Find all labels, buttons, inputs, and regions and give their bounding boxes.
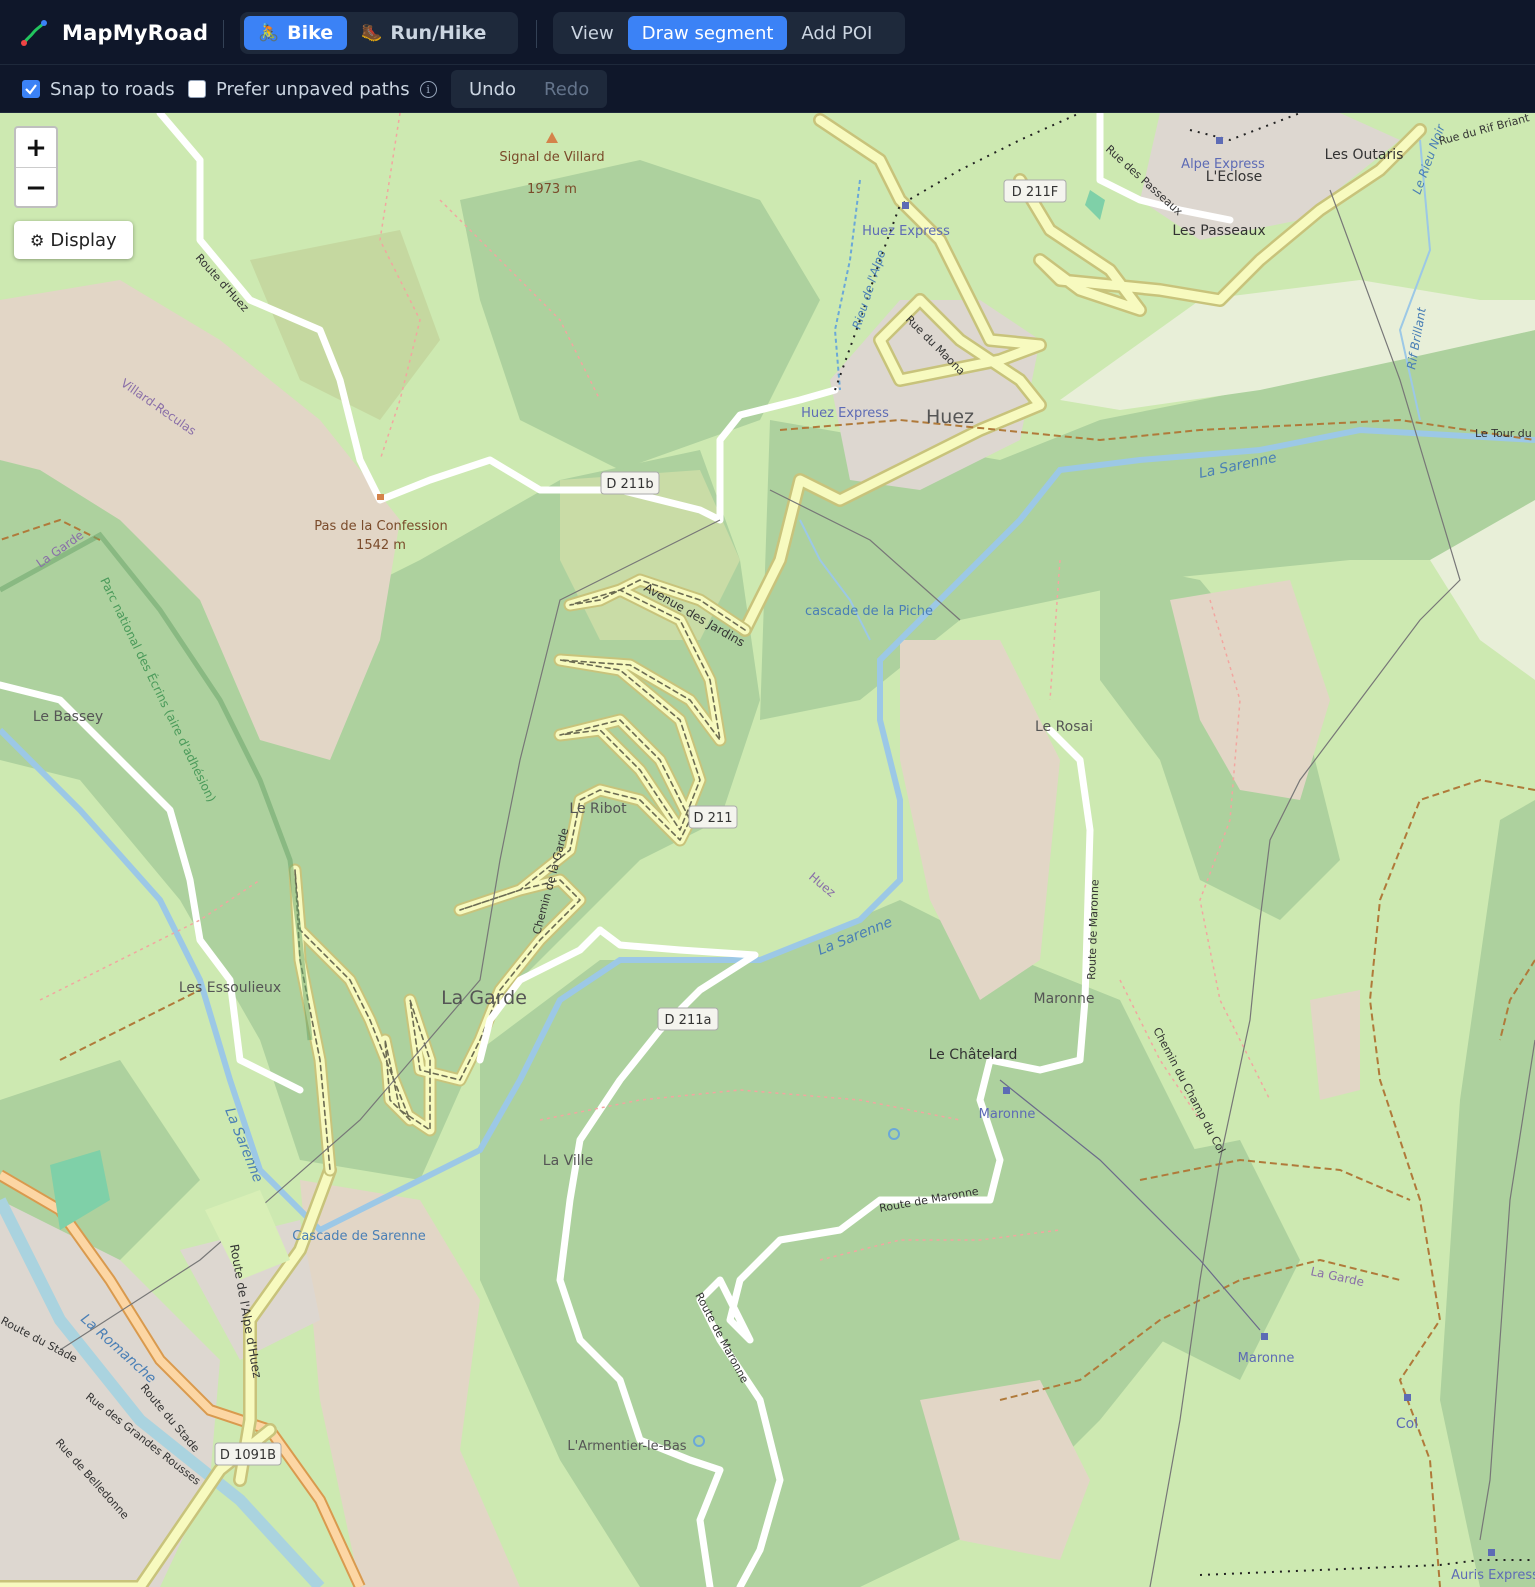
place-la-garde: La Garde <box>441 987 527 1009</box>
road-ref-d211a: D 211a <box>657 1007 719 1031</box>
zoom-control: + − <box>14 126 58 208</box>
lift-label: Maronne <box>1238 1351 1295 1366</box>
bike-icon: 🚴 <box>258 23 280 43</box>
brand: MapMyRoad <box>20 16 208 50</box>
place-les-essoulieux: Les Essoulieux <box>179 980 281 996</box>
info-icon[interactable]: i <box>419 80 437 98</box>
place-le-rosai: Le Rosai <box>1035 719 1093 735</box>
tool-view-button[interactable]: View <box>557 16 628 50</box>
boot-icon: 🥾 <box>361 23 383 43</box>
divider <box>223 20 224 48</box>
history-controls: Undo Redo <box>451 70 608 108</box>
lift-label: Alpe Express <box>1181 157 1265 172</box>
lift-label: Maronne <box>979 1107 1036 1122</box>
gear-icon: ⚙ <box>30 230 45 250</box>
zoom-out-button[interactable]: − <box>16 168 56 207</box>
peak-signal-de-villard-elevation: 1973 m <box>527 182 577 197</box>
snap-to-roads-label: Snap to roads <box>50 78 175 100</box>
checkbox-unchecked-icon <box>188 80 206 98</box>
place-le-ribot: Le Ribot <box>569 801 627 817</box>
waterfall-label: cascade de la Piche <box>805 604 933 619</box>
tool-draw-segment-button[interactable]: Draw segment <box>627 16 788 50</box>
mode-run-hike-label: Run/Hike <box>390 22 487 44</box>
road-ref-d211b: D 211b <box>600 471 660 495</box>
map-canvas[interactable]: D 211b D 211 D 211F D 211a D 1091B Huez … <box>0 113 1535 1587</box>
redo-button: Redo <box>544 78 590 100</box>
place-col: Col <box>1396 1416 1418 1432</box>
undo-button[interactable]: Undo <box>455 74 530 104</box>
svg-text:D 211b: D 211b <box>606 477 653 492</box>
svg-text:D 1091B: D 1091B <box>220 1448 276 1463</box>
place-la-ville: La Ville <box>543 1153 593 1169</box>
app-name: MapMyRoad <box>62 21 209 45</box>
top-bar: MapMyRoad 🚴 Bike 🥾 Run/Hike View Draw se… <box>0 0 1535 65</box>
route-logo-icon <box>21 20 47 46</box>
lift-label: Auris Express <box>1451 1568 1535 1583</box>
peak-pas-de-la-confession-elevation: 1542 m <box>356 538 406 553</box>
place-maronne: Maronne <box>1033 991 1094 1007</box>
prefer-unpaved-checkbox[interactable]: Prefer unpaved paths i <box>188 77 437 101</box>
mode-bike-label: Bike <box>287 22 334 44</box>
place-huez: Huez <box>926 406 974 428</box>
snap-to-roads-checkbox[interactable]: Snap to roads <box>22 77 175 101</box>
peak-pas-de-la-confession-name: Pas de la Confession <box>314 519 447 534</box>
route-options-bar: Snap to roads Prefer unpaved paths i <box>0 65 1535 113</box>
peak-signal-de-villard-name: Signal de Villard <box>499 150 604 165</box>
svg-text:Le Tour du: Le Tour du <box>1475 427 1532 440</box>
svg-text:L'Armentier-le-Bas: L'Armentier-le-Bas <box>567 1439 686 1454</box>
place-les-outaris: Les Outaris <box>1325 147 1404 163</box>
svg-text:D 211a: D 211a <box>665 1013 712 1028</box>
zoom-in-button[interactable]: + <box>16 128 56 168</box>
tool-add-poi-button[interactable]: Add POI <box>787 16 886 50</box>
mode-bike-button[interactable]: 🚴 Bike <box>244 16 348 50</box>
svg-text:D 211F: D 211F <box>1012 185 1058 200</box>
mode-run-hike-button[interactable]: 🥾 Run/Hike <box>347 16 500 50</box>
road-ref-d1091b: D 1091B <box>214 1442 282 1466</box>
place-le-bassey: Le Bassey <box>33 709 103 725</box>
lift-label: Huez Express <box>801 406 889 421</box>
display-settings-button[interactable]: ⚙ Display <box>14 221 133 259</box>
prefer-unpaved-label: Prefer unpaved paths <box>216 78 410 100</box>
place-les-passeaux: Les Passeaux <box>1172 223 1265 239</box>
checkbox-checked-icon <box>22 80 40 98</box>
display-settings-label: Display <box>50 229 117 251</box>
road-ref-d211f: D 211F <box>1003 179 1067 203</box>
mode-switcher: 🚴 Bike 🥾 Run/Hike <box>240 12 518 54</box>
lift-label: Huez Express <box>862 224 950 239</box>
svg-text:D 211: D 211 <box>694 811 733 826</box>
place-le-chatelard: Le Châtelard <box>929 1047 1018 1063</box>
divider <box>536 20 537 48</box>
road-ref-d211: D 211 <box>688 805 738 829</box>
waterfall-label: Cascade de Sarenne <box>292 1229 425 1244</box>
tool-switcher: View Draw segment Add POI <box>553 12 905 54</box>
map-tiles: D 211b D 211 D 211F D 211a D 1091B Huez … <box>0 113 1535 1587</box>
